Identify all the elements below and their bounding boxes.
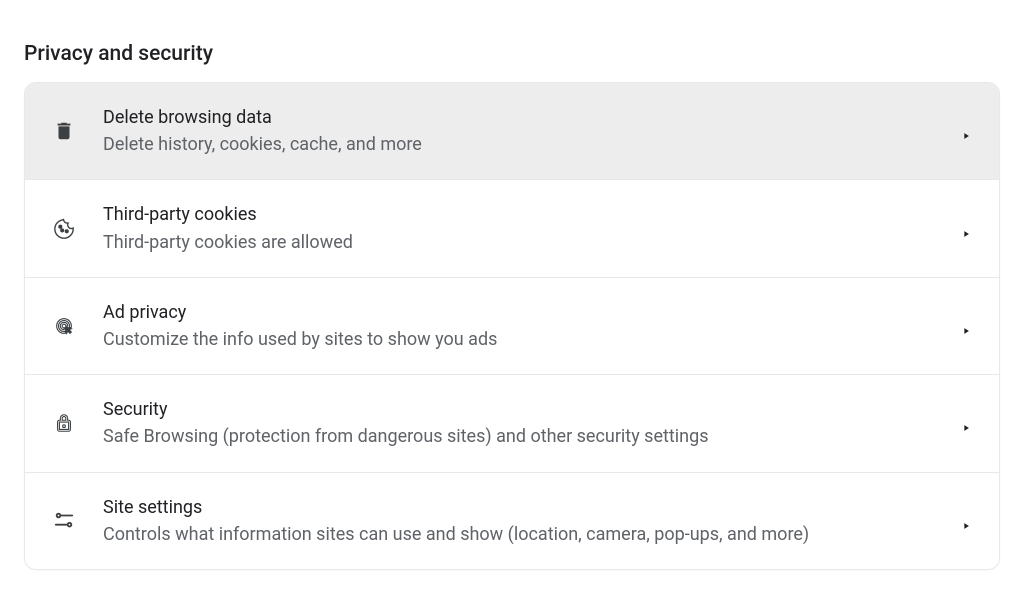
third-party-cookies-item[interactable]: Third-party cookies Third-party cookies … xyxy=(25,180,999,277)
tune-icon xyxy=(53,510,75,532)
site-settings-item[interactable]: Site settings Controls what information … xyxy=(25,473,999,569)
lock-icon xyxy=(53,412,75,434)
item-text: Third-party cookies Third-party cookies … xyxy=(103,202,949,254)
privacy-security-list: Delete browsing data Delete history, coo… xyxy=(24,82,1000,570)
item-title: Ad privacy xyxy=(103,300,949,325)
ad-click-icon xyxy=(53,315,75,337)
chevron-right-icon xyxy=(961,516,971,526)
item-text: Delete browsing data Delete history, coo… xyxy=(103,105,949,157)
item-text: Ad privacy Customize the info used by si… xyxy=(103,300,949,352)
ad-privacy-item[interactable]: Ad privacy Customize the info used by si… xyxy=(25,278,999,375)
trash-icon xyxy=(53,120,75,142)
item-title: Site settings xyxy=(103,495,949,520)
item-description: Delete history, cookies, cache, and more xyxy=(103,132,949,157)
chevron-right-icon xyxy=(961,321,971,331)
item-text: Site settings Controls what information … xyxy=(103,495,949,547)
item-description: Customize the info used by sites to show… xyxy=(103,327,949,352)
item-text: Security Safe Browsing (protection from … xyxy=(103,397,949,449)
item-description: Safe Browsing (protection from dangerous… xyxy=(103,424,949,449)
chevron-right-icon xyxy=(961,126,971,136)
section-title: Privacy and security xyxy=(24,42,1000,66)
item-description: Controls what information sites can use … xyxy=(103,522,949,547)
chevron-right-icon xyxy=(961,418,971,428)
item-title: Security xyxy=(103,397,949,422)
security-item[interactable]: Security Safe Browsing (protection from … xyxy=(25,375,999,472)
item-title: Third-party cookies xyxy=(103,202,949,227)
item-description: Third-party cookies are allowed xyxy=(103,230,949,255)
chevron-right-icon xyxy=(961,224,971,234)
delete-browsing-data-item[interactable]: Delete browsing data Delete history, coo… xyxy=(25,83,999,180)
item-title: Delete browsing data xyxy=(103,105,949,130)
cookie-icon xyxy=(53,218,75,240)
